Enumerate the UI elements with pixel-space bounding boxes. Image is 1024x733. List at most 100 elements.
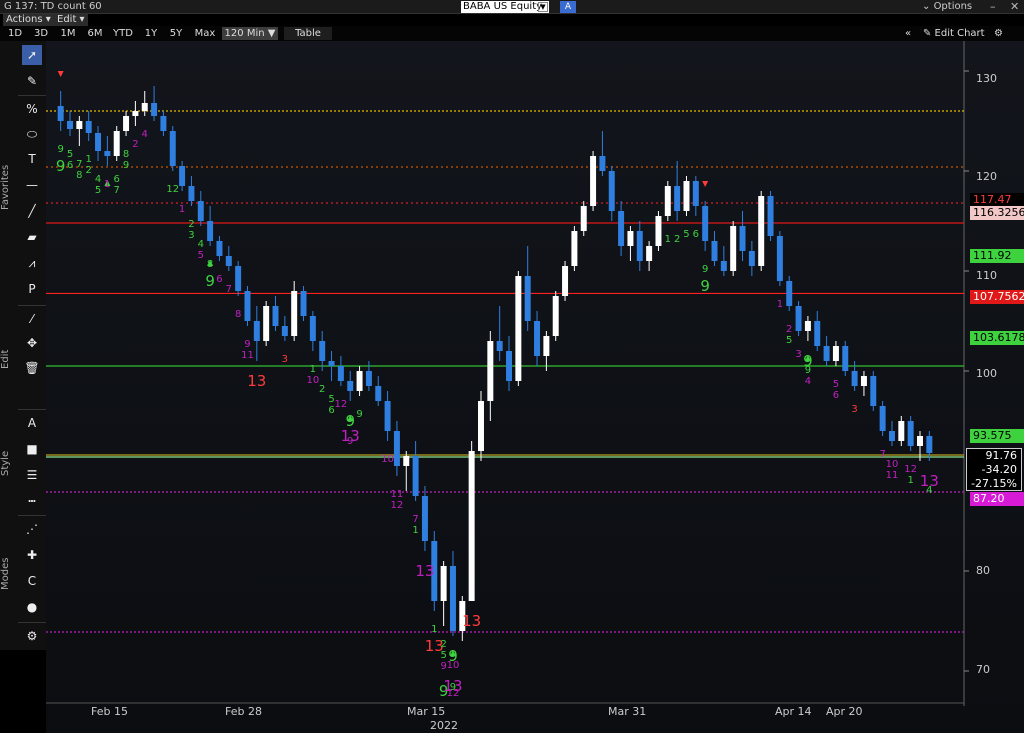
close-button[interactable]: ✕ bbox=[1010, 0, 1019, 13]
td-count-label: 13 bbox=[462, 612, 481, 630]
candle-body bbox=[711, 241, 718, 261]
td-count-label: 1 bbox=[86, 154, 92, 165]
td-count-label: 2 bbox=[319, 384, 325, 395]
price-chart[interactable]: 9 9 5 6 7 8 1 2 4 5 1 6 7 8 9 2 4 12 1 2 3 4 5 8 9 6 7 8 13 9 11 3 1 2 5 6 9… bbox=[46, 41, 1024, 733]
toolbar-divider bbox=[18, 515, 46, 516]
polyline-tool-icon[interactable]: ⩘ bbox=[22, 253, 42, 273]
candle-body bbox=[216, 241, 223, 256]
candle-body bbox=[179, 166, 186, 186]
horizontal-line-tool-icon[interactable]: — bbox=[22, 175, 42, 195]
td-count-label: 9 bbox=[244, 339, 250, 350]
td-count-label: 8 bbox=[235, 309, 241, 320]
crosshair-tool-icon[interactable]: ✚ bbox=[22, 545, 42, 565]
a-button[interactable]: A bbox=[560, 1, 576, 13]
brush-tool-icon[interactable]: ⁄ bbox=[22, 309, 42, 329]
dashed-line-tool-icon[interactable]: ⋰ bbox=[22, 519, 42, 539]
sell-arrow bbox=[702, 181, 709, 187]
td-count-label: 4 bbox=[926, 485, 932, 496]
candle-body bbox=[702, 206, 709, 241]
td-count-label: 9 bbox=[805, 365, 811, 376]
td-count-label: 6 bbox=[833, 390, 839, 401]
fill-tool-icon[interactable]: ■ bbox=[22, 439, 42, 459]
actions-menu[interactable]: Actions ▾ bbox=[3, 14, 54, 26]
candle-body bbox=[832, 346, 839, 361]
td-count-label: 12 bbox=[391, 500, 404, 511]
channel-tool-icon[interactable]: ▰ bbox=[22, 227, 42, 247]
range-ytd[interactable]: YTD bbox=[109, 27, 137, 40]
td-count-label: 4 bbox=[142, 129, 148, 140]
table-button[interactable]: Table bbox=[284, 27, 332, 40]
candle-body bbox=[337, 366, 344, 381]
edit-chart-button[interactable]: ✎ Edit Chart bbox=[923, 26, 985, 41]
delete-tool-icon[interactable]: 🗑 bbox=[22, 358, 42, 378]
candle-body bbox=[571, 231, 578, 266]
settings-gear-icon[interactable]: ⚙ bbox=[22, 626, 42, 646]
td-count-label: 9 bbox=[347, 436, 353, 447]
edit-menu[interactable]: Edit ▾ bbox=[54, 14, 88, 26]
line-weight-tool-icon[interactable]: ☰ bbox=[22, 465, 42, 485]
ellipse-tool-icon[interactable]: ⬭ bbox=[22, 124, 42, 144]
pointer-tool-icon[interactable]: ➚ bbox=[22, 45, 42, 65]
magnet-tool-icon[interactable]: C bbox=[22, 571, 42, 591]
range-120min[interactable]: 120 Min ▼ bbox=[222, 27, 278, 40]
td-count-label: 8 bbox=[76, 170, 82, 181]
candle-body bbox=[141, 103, 148, 111]
x-tick-feb-15: Feb 15 bbox=[91, 705, 128, 718]
candle-body bbox=[730, 226, 737, 271]
td-count-label: 9 bbox=[356, 409, 362, 420]
collapse-icon[interactable]: « bbox=[905, 26, 911, 41]
range-5y[interactable]: 5Y bbox=[165, 27, 187, 40]
td-count-label: 1 bbox=[907, 475, 913, 486]
candle-body bbox=[664, 186, 671, 216]
toolbar-divider bbox=[18, 305, 46, 306]
line-style-tool-icon[interactable]: ┅ bbox=[22, 491, 42, 511]
candle-body bbox=[85, 121, 92, 133]
y-tick-70: 70 bbox=[976, 663, 990, 676]
candle-body bbox=[917, 436, 923, 446]
candle-body bbox=[599, 156, 606, 171]
minimize-button[interactable]: – bbox=[990, 0, 996, 13]
trend-line-tool-icon[interactable]: ╱ bbox=[22, 201, 42, 221]
range-1d[interactable]: 1D bbox=[5, 27, 25, 40]
range-1y[interactable]: 1Y bbox=[140, 27, 162, 40]
last-price: 91.76 bbox=[985, 449, 1018, 462]
candle-body bbox=[235, 266, 242, 291]
candle-body bbox=[487, 341, 494, 401]
candle-body bbox=[347, 381, 354, 391]
candle-body bbox=[776, 236, 783, 281]
edit-group-label: Edit bbox=[0, 349, 11, 369]
range-max[interactable]: Max bbox=[192, 27, 218, 40]
chart-settings-gear-icon[interactable]: ⚙ bbox=[994, 26, 1003, 41]
td-count-label: 9 bbox=[57, 144, 63, 155]
price-tag-116-3256: 116.3256 bbox=[970, 206, 1024, 220]
annotate-tool-icon[interactable]: A bbox=[22, 413, 42, 433]
candle-body bbox=[67, 121, 73, 129]
candle-body bbox=[758, 196, 765, 266]
candle-body bbox=[655, 216, 662, 246]
td-count-label: 1 bbox=[431, 624, 437, 635]
td-count-label: 3 bbox=[282, 354, 288, 365]
candle-body bbox=[160, 116, 167, 131]
colors-tool-icon[interactable]: ● bbox=[22, 597, 42, 617]
td-count-label: 4 bbox=[95, 174, 101, 185]
move-tool-icon[interactable]: ✥ bbox=[22, 333, 42, 353]
td-count-label: 5 bbox=[67, 149, 73, 160]
label-tool-icon[interactable]: P bbox=[22, 279, 42, 299]
candle-body bbox=[720, 261, 727, 271]
price-tag-117-47: 117.47 bbox=[970, 193, 1024, 207]
range-1m[interactable]: 1M bbox=[55, 27, 81, 40]
range-6m[interactable]: 6M bbox=[83, 27, 107, 40]
candle-body bbox=[534, 321, 541, 356]
pencil-tool-icon[interactable]: ✎ bbox=[22, 71, 42, 91]
y-tick-80: 80 bbox=[976, 564, 990, 577]
text-tool-icon[interactable]: T bbox=[22, 149, 42, 169]
drawing-toolbar: Favorites Edit Style Modes ➚ ✎ % ⬭ T — ╱… bbox=[0, 41, 46, 650]
candle-body bbox=[879, 406, 886, 431]
percent-tool-icon[interactable]: % bbox=[22, 99, 42, 119]
security-dropdown-icon[interactable]: ▼ bbox=[538, 2, 548, 12]
options-menu[interactable]: ⌄ Options bbox=[922, 0, 972, 14]
range-3d[interactable]: 3D bbox=[30, 27, 52, 40]
last-quote-box: 91.76 -34.20 -27.15% bbox=[966, 448, 1022, 491]
security-field[interactable]: BABA US Equity ▼ bbox=[461, 1, 549, 13]
favorites-group-label: Favorites bbox=[0, 164, 11, 210]
